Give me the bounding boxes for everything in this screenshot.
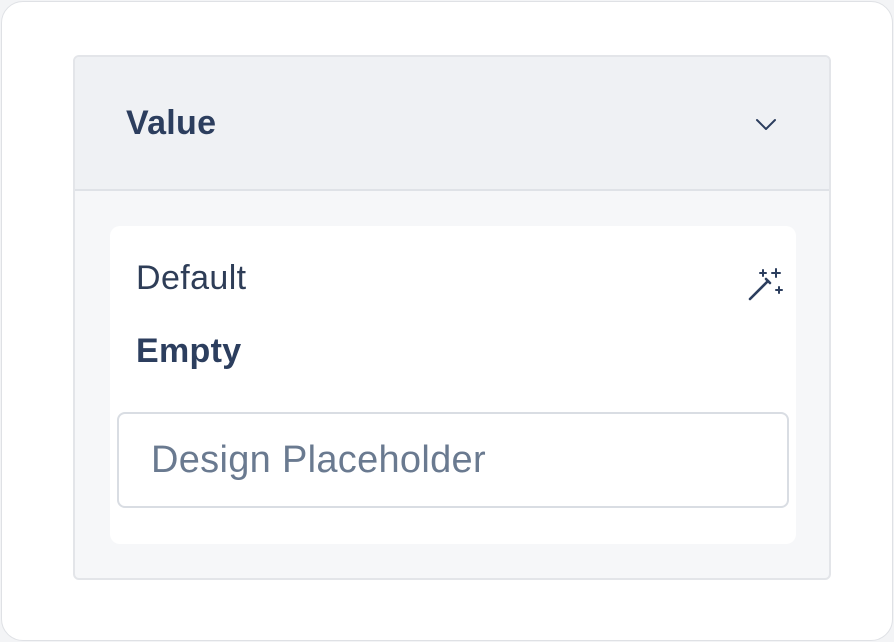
default-label: Default xyxy=(136,259,247,297)
value-panel-header[interactable]: Value xyxy=(75,57,829,191)
value-panel: Value Default Empty Design Placeholder xyxy=(73,55,831,580)
chevron-down-icon[interactable] xyxy=(754,112,778,136)
placeholder-input[interactable] xyxy=(117,412,789,508)
panel-title: Value xyxy=(126,104,217,142)
magic-wand-icon[interactable] xyxy=(746,263,786,303)
screenshot-frame: Value Default Empty Design Placeholder xyxy=(1,1,893,641)
empty-value-label: Empty xyxy=(136,332,242,370)
default-value-card: Default Empty xyxy=(110,226,796,544)
